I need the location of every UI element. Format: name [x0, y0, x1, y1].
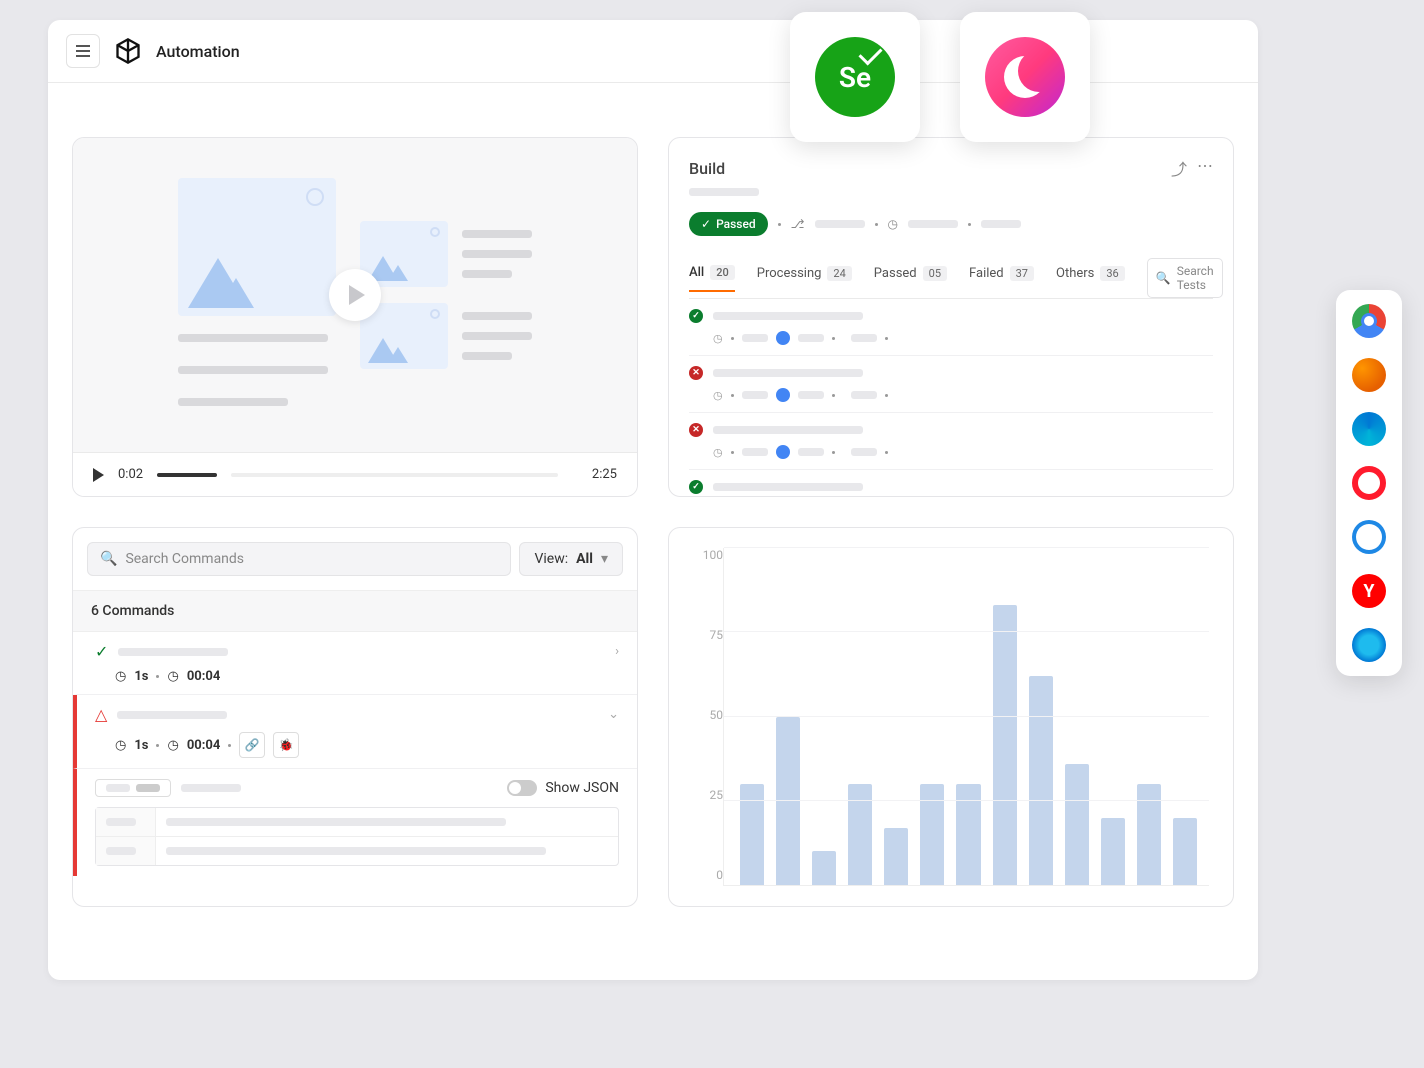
clock-icon: ◷	[167, 669, 178, 684]
branch-icon: ⎇	[791, 217, 805, 231]
tab-failed[interactable]: Failed37	[969, 266, 1034, 291]
selenium-card[interactable]: Se	[790, 12, 920, 142]
edge-icon[interactable]	[1352, 412, 1386, 446]
chart-bars	[723, 548, 1209, 886]
chart-y-axis: 1007550250	[693, 548, 723, 886]
status-badge: ✓ Passed	[689, 212, 768, 236]
video-controls: 0:02 2:25	[73, 452, 637, 496]
selenium-icon: Se	[815, 37, 895, 117]
check-icon: ✓	[95, 642, 108, 661]
app-logo-icon	[114, 37, 142, 65]
opera-icon[interactable]	[1352, 466, 1386, 500]
detail-tab[interactable]	[95, 779, 171, 797]
firefox-icon[interactable]	[1352, 358, 1386, 392]
clock-icon: ◷	[888, 217, 898, 231]
chart-bar	[1029, 676, 1053, 885]
test-row[interactable]: ✕ ◷	[689, 356, 1213, 413]
commands-panel: 🔍 Search Commands View: All ▾ 6 Commands…	[72, 527, 638, 907]
video-current-time: 0:02	[118, 467, 143, 482]
yandex-icon[interactable]: Y	[1352, 574, 1386, 608]
build-panel: Build ⤴ ⋯ ✓ Passed ⎇ ◷ All20 Processing2…	[668, 137, 1234, 497]
app-window: Automation	[48, 20, 1258, 980]
chevron-down-icon: ⌄	[608, 707, 619, 722]
command-detail: Show JSON	[73, 769, 637, 876]
search-tests-input[interactable]: 🔍 Search Tests	[1147, 258, 1223, 298]
more-icon[interactable]: ⋯	[1197, 156, 1213, 180]
build-title: Build	[689, 159, 725, 178]
chart-bar	[884, 828, 908, 885]
command-row[interactable]: △⌄ ◷1s◷00:04🔗🐞	[73, 695, 637, 769]
chevron-right-icon: ›	[615, 644, 619, 659]
chevron-down-icon: ▾	[601, 551, 608, 567]
clock-icon: ◷	[115, 738, 126, 753]
content-grid: 0:02 2:25 Build ⤴ ⋯ ✓ Passed ⎇ ◷	[48, 83, 1258, 931]
moon-icon	[985, 37, 1065, 117]
view-select[interactable]: View: All ▾	[519, 542, 623, 576]
tab-all[interactable]: All20	[689, 265, 735, 292]
command-row[interactable]: ✓› ◷1s◷00:04	[73, 632, 637, 695]
search-commands-input[interactable]: 🔍 Search Commands	[87, 542, 511, 576]
chart-bar	[1101, 818, 1125, 885]
chart-bar	[1173, 818, 1197, 885]
app-title: Automation	[156, 42, 240, 61]
warning-icon: △	[95, 705, 107, 724]
play-icon[interactable]	[93, 468, 104, 482]
chart-bar	[993, 605, 1017, 885]
chart-bar	[812, 851, 836, 885]
chart-panel: 1007550250	[668, 527, 1234, 907]
video-preview[interactable]	[73, 138, 637, 452]
test-row[interactable]: ✓ ◷	[689, 470, 1213, 497]
browser-strip: Y	[1336, 290, 1402, 676]
safari-icon[interactable]	[1352, 520, 1386, 554]
clock-icon: ◷	[167, 738, 178, 753]
link-icon[interactable]: 🔗	[239, 732, 265, 758]
test-list: ✓ ◷✕ ◷✕ ◷✓ ◷	[689, 299, 1213, 497]
image-placeholder	[178, 178, 336, 316]
chart-bar	[1065, 764, 1089, 885]
tab-processing[interactable]: Processing24	[757, 266, 852, 291]
chrome-icon[interactable]	[1352, 304, 1386, 338]
share-icon[interactable]: ⤴	[1171, 156, 1187, 180]
show-json-toggle[interactable]: Show JSON	[507, 780, 619, 796]
video-progress[interactable]	[157, 473, 217, 477]
play-button[interactable]	[329, 269, 381, 321]
tab-others[interactable]: Others36	[1056, 266, 1125, 291]
video-total-time: 2:25	[592, 467, 617, 482]
video-progress-track[interactable]	[231, 473, 558, 477]
chart-bar	[776, 717, 800, 886]
test-row[interactable]: ✕ ◷	[689, 413, 1213, 470]
test-row[interactable]: ✓ ◷	[689, 299, 1213, 356]
build-tabs: All20 Processing24 Passed05 Failed37 Oth…	[689, 258, 1213, 299]
clock-icon: ◷	[115, 669, 126, 684]
detail-table	[95, 807, 619, 866]
ie-icon[interactable]	[1352, 628, 1386, 662]
menu-button[interactable]	[66, 34, 100, 68]
video-panel: 0:02 2:25	[72, 137, 638, 497]
tab-passed[interactable]: Passed05	[874, 266, 947, 291]
bug-icon[interactable]: 🐞	[273, 732, 299, 758]
commands-header: 6 Commands	[73, 590, 637, 632]
moon-card[interactable]	[960, 12, 1090, 142]
